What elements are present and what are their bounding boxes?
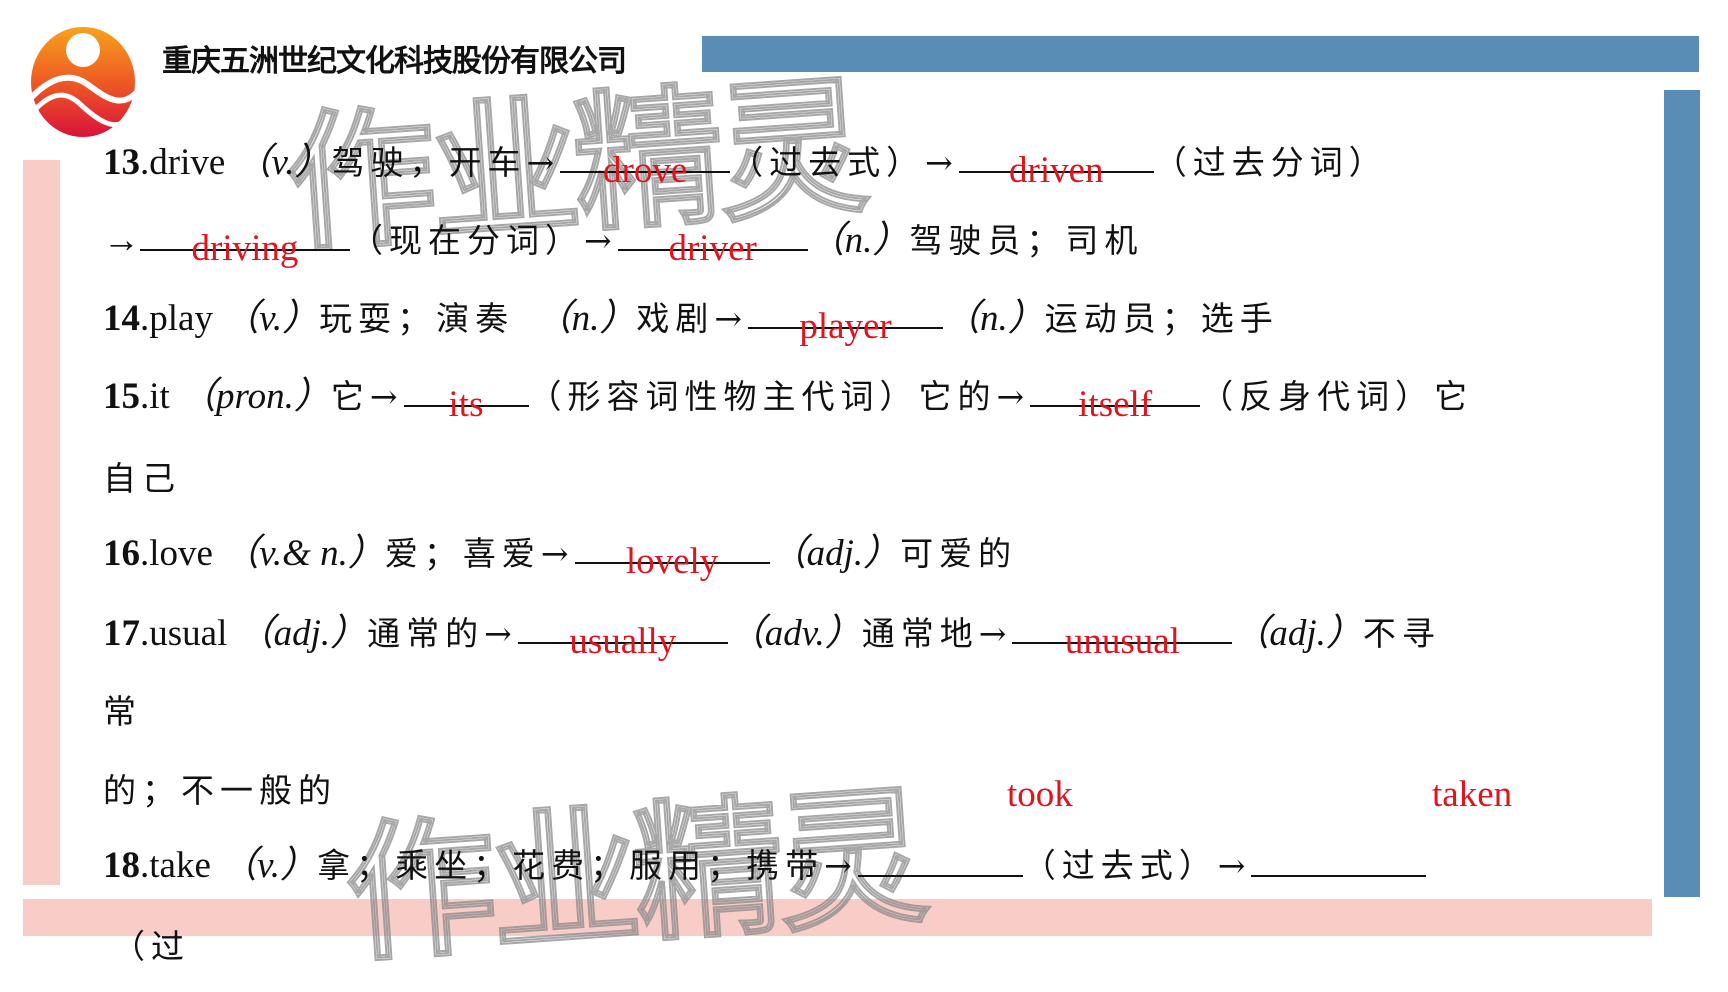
answer-blank[interactable]: driven: [958, 141, 1154, 191]
meaning: 驾驶员；司机: [909, 221, 1144, 260]
part-of-speech: （v.）: [220, 845, 318, 886]
answer-text: itself: [1078, 384, 1153, 425]
form-label: （过去式）→: [1022, 846, 1252, 885]
item-17-continuation-2: 的；不一般的: [103, 769, 337, 813]
part-of-speech: （v.）: [234, 142, 332, 183]
meaning: 驾驶，开车→: [331, 143, 561, 182]
part-of-speech: （n.）: [553, 298, 637, 339]
form-label: 通常地→: [861, 614, 1013, 653]
item-number: 13: [103, 142, 140, 183]
meaning: 它→: [330, 377, 404, 416]
item-13-line-2: → driving （现在分词）→ driver （n.）驾驶员；司机: [103, 219, 1144, 269]
bottom-pink-bar: [23, 899, 1652, 936]
right-blue-bar: [1664, 90, 1700, 897]
item-word: .it: [140, 376, 180, 417]
item-18-continuation: （过: [112, 925, 190, 969]
meaning: 不寻: [1362, 614, 1441, 653]
answer-text: driven: [1009, 150, 1104, 191]
item-number: 16: [103, 533, 140, 574]
item-word: .love: [140, 533, 223, 574]
form-label: （反身代词）它: [1200, 377, 1474, 416]
form-label: （过: [112, 927, 190, 966]
item-number: 14: [103, 298, 140, 339]
part-of-speech: （v.& n.）: [222, 533, 385, 574]
part-of-speech: （n.）: [807, 220, 910, 261]
header-blue-bar: [702, 36, 1699, 72]
item-13-line-1: 13.drive （v.）驾驶，开车→ drove （过去式）→ driven （过去分…: [103, 141, 1388, 191]
form-label: （现在分词）→: [350, 221, 618, 260]
answer-blank[interactable]: itself: [1030, 375, 1201, 425]
answer-blank[interactable]: drove: [560, 141, 731, 191]
left-pink-bar: [23, 160, 60, 885]
answer-blank[interactable]: [857, 845, 1023, 877]
answer-text-took: took: [1007, 774, 1073, 815]
answer-text: lovely: [625, 541, 719, 582]
answer-blank[interactable]: lovely: [574, 532, 770, 582]
form-label: （形容词性物主代词）它的→: [528, 377, 1031, 416]
meaning: 戏剧→: [636, 299, 749, 338]
answer-text: player: [799, 306, 892, 347]
item-15: 15.it （pron.）它→ its （形容词性物主代词）它的→ itself （反身…: [103, 375, 1474, 425]
part-of-speech: （adj.）: [769, 533, 901, 574]
meaning: 通常的→: [367, 614, 518, 653]
part-of-speech: （n.）: [943, 298, 1045, 339]
item-18: 18.take （v.）拿；乘坐；花费；服用；携带→ （过去式）→: [103, 844, 1427, 888]
answer-blank[interactable]: player: [748, 297, 944, 347]
meaning: 的；不一般的: [103, 771, 337, 810]
form-label: （过去式）→: [730, 143, 959, 182]
item-number: 17: [103, 613, 140, 654]
meaning: 可爱的: [900, 534, 1018, 573]
item-16: 16.love （v.& n.）爱；喜爱→ lovely （adj.）可爱的: [103, 532, 1018, 582]
item-14: 14.play （v.）玩耍；演奏 （n.）戏剧→ player （n.）运动员；选…: [103, 297, 1279, 347]
wuzhou-logo-icon: [25, 22, 141, 138]
answer-blank[interactable]: unusual: [1012, 612, 1233, 662]
meaning: 自己: [103, 459, 181, 498]
meaning: 玩耍；演奏: [319, 299, 554, 338]
item-number: 15: [103, 376, 140, 417]
meaning: 运动员；选手: [1044, 299, 1279, 338]
company-name: 重庆五洲世纪文化科技股份有限公司: [162, 44, 627, 79]
part-of-speech: （adj.）: [236, 613, 368, 654]
item-number: 18: [103, 845, 140, 886]
answer-blank[interactable]: driving: [140, 219, 350, 269]
part-of-speech: （adv.）: [727, 613, 862, 654]
answer-blank[interactable]: usually: [517, 612, 728, 662]
item-word: .play: [140, 298, 223, 339]
answer-blank[interactable]: [1251, 845, 1427, 877]
form-label: （过去分词）: [1153, 143, 1388, 182]
answer-text: usually: [569, 621, 677, 662]
item-17-continuation-1: 常: [103, 690, 142, 734]
arrow: →: [103, 220, 140, 261]
answer-text: unusual: [1064, 621, 1180, 662]
part-of-speech: （pron.）: [179, 376, 331, 417]
item-word: .drive: [140, 142, 235, 183]
answer-text: driving: [191, 228, 299, 269]
answer-text: its: [448, 384, 484, 425]
answer-text: drove: [603, 150, 688, 191]
item-word: .take: [140, 845, 221, 886]
item-15-continuation: 自己: [103, 457, 181, 501]
answer-blank[interactable]: its: [403, 375, 529, 425]
meaning: 爱；喜爱→: [384, 534, 575, 573]
item-17: 17.usual （adj.）通常的→ usually （adv.）通常地→ unus…: [103, 612, 1441, 662]
meaning: 常: [103, 692, 142, 731]
item-word: .usual: [140, 613, 237, 654]
meaning: 拿；乘坐；花费；服用；携带→: [317, 846, 858, 885]
part-of-speech: （adj.）: [1232, 613, 1363, 654]
answer-blank[interactable]: driver: [617, 219, 808, 269]
answer-text: driver: [668, 228, 757, 269]
part-of-speech: （v.）: [222, 298, 320, 339]
answer-text-taken: taken: [1432, 774, 1513, 815]
